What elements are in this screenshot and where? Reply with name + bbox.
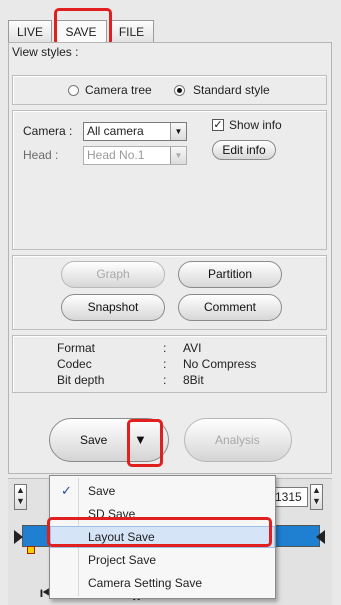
view-styles-label: View styles : <box>12 45 79 59</box>
camera-select[interactable]: All camera ▼ <box>83 122 187 141</box>
menu-item-project-save[interactable]: Project Save <box>50 549 275 571</box>
left-stepper[interactable]: ▲ ▼ <box>14 484 27 510</box>
frame-stepper[interactable]: ▲ ▼ <box>310 484 323 510</box>
codec-value: No Compress <box>183 357 257 371</box>
menu-item-layout-save[interactable]: Layout Save <box>50 526 275 548</box>
bit-depth-key: Bit depth <box>57 373 105 387</box>
menu-item-camera-setting-save[interactable]: Camera Setting Save <box>50 572 275 594</box>
chevron-down-icon[interactable]: ▼ <box>134 432 147 447</box>
menu-item-save[interactable]: ✓ Save <box>50 480 275 502</box>
head-label: Head : <box>23 148 59 162</box>
camera-tree-radio[interactable] <box>68 85 79 96</box>
save-panel: View styles : Camera tree Standard style… <box>8 42 332 474</box>
snapshot-button[interactable]: Snapshot <box>61 294 165 321</box>
frame-field[interactable]: 1315 <box>272 487 308 507</box>
codec-sep: : <box>163 357 167 371</box>
codec-key: Codec <box>57 357 92 371</box>
camera-settings-group: Camera : All camera ▼ Head : Head No.1 ▼… <box>12 110 327 250</box>
menu-item-sd-save[interactable]: SD Save <box>50 503 275 525</box>
partition-button[interactable]: Partition <box>178 261 282 288</box>
timeline-end-marker[interactable] <box>316 530 325 544</box>
menu-item-label: Camera Setting Save <box>88 576 203 590</box>
show-info-checkbox[interactable]: ✓ <box>212 119 224 131</box>
check-icon: ✓ <box>61 483 72 498</box>
bit-depth-sep: : <box>163 373 167 387</box>
save-button-label[interactable]: Save <box>80 433 107 447</box>
head-select-value: Head No.1 <box>87 148 145 162</box>
format-key: Format <box>57 341 96 355</box>
show-info-label[interactable]: Show info <box>229 118 282 132</box>
menu-item-label: SD Save <box>88 507 136 521</box>
tab-save[interactable]: SAVE <box>55 20 107 42</box>
chevron-down-icon: ▼ <box>170 147 186 164</box>
save-split-button[interactable]: Save ▼ <box>49 418 169 462</box>
bit-depth-value: 8Bit <box>183 373 204 387</box>
menu-item-label: Project Save <box>88 553 157 567</box>
tab-live[interactable]: LIVE <box>8 20 52 42</box>
file-info-group: Format : AVI Codec : No Compress Bit dep… <box>12 335 327 393</box>
view-styles-group: Camera tree Standard style <box>12 75 327 105</box>
camera-label: Camera : <box>23 124 73 138</box>
analysis-button: Analysis <box>184 418 292 462</box>
menu-item-label: Layout Save <box>88 530 155 544</box>
analysis-button-label: Analysis <box>215 433 260 447</box>
timeline-start-marker[interactable] <box>14 530 23 544</box>
playhead-marker[interactable] <box>27 546 35 554</box>
camera-select-value: All camera <box>87 124 144 138</box>
frame-value: 1315 <box>275 490 302 504</box>
edit-info-button[interactable]: Edit info <box>212 140 276 160</box>
standard-style-label[interactable]: Standard style <box>193 83 270 97</box>
save-dropdown-menu: ✓ Save SD Save Layout Save Project Save … <box>49 475 276 599</box>
format-sep: : <box>163 341 167 355</box>
tab-bar: LIVE SAVE FILE <box>0 0 341 44</box>
head-select: Head No.1 ▼ <box>83 146 187 165</box>
tab-file[interactable]: FILE <box>109 20 154 42</box>
comment-button[interactable]: Comment <box>178 294 282 321</box>
menu-item-label: Save <box>88 484 116 498</box>
tools-group: Graph Partition Snapshot Comment <box>12 255 327 330</box>
standard-style-radio[interactable] <box>174 85 185 96</box>
camera-tree-label[interactable]: Camera tree <box>85 83 152 97</box>
chevron-down-icon[interactable]: ▼ <box>170 123 186 140</box>
format-value: AVI <box>183 341 202 355</box>
graph-button: Graph <box>61 261 165 288</box>
